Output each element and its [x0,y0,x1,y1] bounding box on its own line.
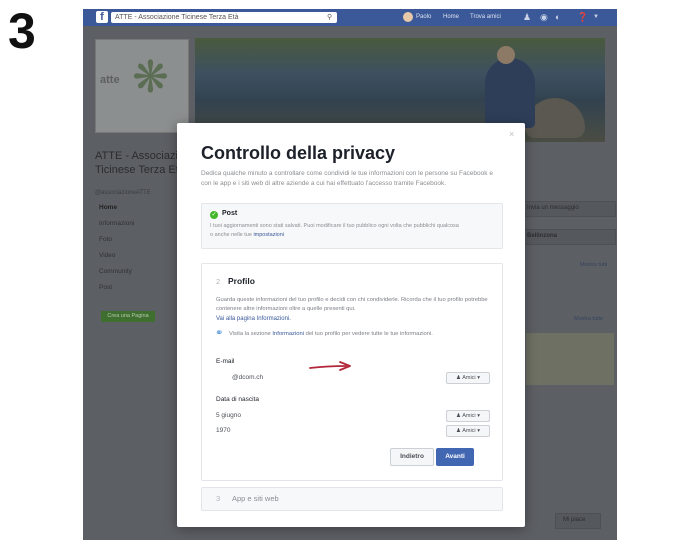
menu-arrow-icon[interactable]: ▼ [593,11,599,23]
page-profile-picture[interactable]: atte ❋ [95,39,189,133]
logo-text: atte [100,74,120,86]
red-arrow-annotation [309,361,351,371]
hint-text-end: del tuo profilo per vedere tutte le tue … [303,331,433,337]
birth-year-value: 1970 [216,427,231,434]
atte-logo-icon: ❋ [132,53,169,102]
dialog-description: Dedica qualche minuto a controllare come… [201,170,493,187]
location-box: Bellinzona [518,229,616,245]
post-section-title: Post [222,210,238,217]
like-label: Mi piace [563,517,586,523]
apps-section[interactable]: 3 App e siti web [201,487,503,511]
search-input[interactable]: ATTE - Associazione Ticinese Terza Età ⚲ [111,12,337,23]
email-value: @dcom.ch [232,374,264,381]
chevron-down-icon: ▾ [477,428,480,434]
sidebar-item-posts[interactable]: Post [99,284,112,291]
like-button[interactable]: Mi piace [555,513,601,529]
facebook-top-bar: f ATTE - Associazione Ticinese Terza Età… [83,9,617,26]
friends-audience-icon: ♟ [456,375,461,381]
chevron-down-icon: ▾ [477,413,480,419]
lightbulb-icon: ⚭ [215,328,224,339]
send-message-label: Invia un messaggio [527,205,579,211]
post-section[interactable]: ✓ Post I tuoi aggiornamenti sono stati s… [201,203,503,249]
search-icon[interactable]: ⚲ [327,12,332,23]
next-button[interactable]: Avanti [436,448,474,466]
facebook-logo-icon[interactable]: f [96,11,108,23]
page-handle: @associazioneATTE [95,190,151,196]
email-audience-dropdown[interactable]: ♟ Amici ▾ [446,372,490,384]
email-label: E-mail [216,358,235,365]
cover-person-head [497,46,515,64]
search-input-value: ATTE - Associazione Ticinese Terza Età [115,14,239,21]
hint-text-start: Visita la sezione [229,331,273,337]
about-page-link[interactable]: Vai alla pagina Informazioni. [216,316,291,322]
cover-person [485,58,535,128]
sidebar-item-home[interactable]: Home [99,204,117,211]
location-label: Bellinzona [527,233,558,239]
nav-link-home[interactable]: Home [443,12,459,23]
settings-link[interactable]: impostazioni [253,232,284,238]
step-number: 3 [8,3,36,59]
birth-year-audience-label: Amici [462,428,476,434]
birth-year-audience-dropdown[interactable]: ♟ Amici ▾ [446,425,490,437]
dialog-title: Controllo della privacy [201,143,396,163]
chevron-down-icon: ▾ [477,375,480,381]
back-button[interactable]: Indietro [390,448,434,466]
sidebar-item-info[interactable]: Informazioni [99,220,134,227]
email-audience-label: Amici [462,375,476,381]
profile-description: Guarda queste informazioni del tuo profi… [216,297,488,312]
birth-day-audience-label: Amici [462,413,476,419]
info-link[interactable]: Informazioni [272,331,304,337]
birth-day-value: 5 giugno [216,412,241,419]
sidebar-item-videos[interactable]: Video [99,252,116,259]
help-icon[interactable]: ❓ [577,11,588,23]
friends-icon[interactable]: ♟ [523,11,531,23]
avatar[interactable] [403,12,413,22]
apps-step-number: 3 [216,494,221,503]
profile-hint: Visita la sezione Informazioni del tuo p… [229,330,459,339]
birth-date-label: Data di nascita [216,396,259,403]
friends-audience-icon: ♟ [456,413,461,419]
map-thumbnail[interactable] [526,333,614,385]
send-message-button[interactable]: Invia un messaggio [518,201,616,217]
see-all-link[interactable]: Mostra tutti [580,262,607,268]
see-all-link-2[interactable]: Mostra tutte [574,316,603,322]
notifications-icon[interactable]: ◐ [555,11,560,23]
sidebar-item-photos[interactable]: Foto [99,236,112,243]
profile-section-title: Profilo [228,276,255,286]
friends-audience-icon: ♟ [456,428,461,434]
nav-link-profile[interactable]: Paolo [416,12,431,23]
apps-section-title: App e siti web [232,494,279,503]
profile-step-number: 2 [216,277,221,286]
birth-day-audience-dropdown[interactable]: ♟ Amici ▾ [446,410,490,422]
post-section-description: I tuoi aggiornamenti sono stati salvati.… [210,222,460,240]
close-icon[interactable]: × [509,129,514,139]
nav-link-find-friends[interactable]: Trova amici [470,12,501,23]
sidebar-item-community[interactable]: Community [99,268,132,275]
post-description-text: I tuoi aggiornamenti sono stati salvati.… [210,223,459,238]
create-page-button[interactable]: Crea una Pagina [101,311,155,322]
messenger-icon[interactable]: ◉ [540,11,548,23]
check-icon: ✓ [210,211,218,219]
privacy-checkup-dialog: × Controllo della privacy Dedica qualche… [177,123,525,527]
browser-screen: f ATTE - Associazione Ticinese Terza Età… [83,9,617,540]
